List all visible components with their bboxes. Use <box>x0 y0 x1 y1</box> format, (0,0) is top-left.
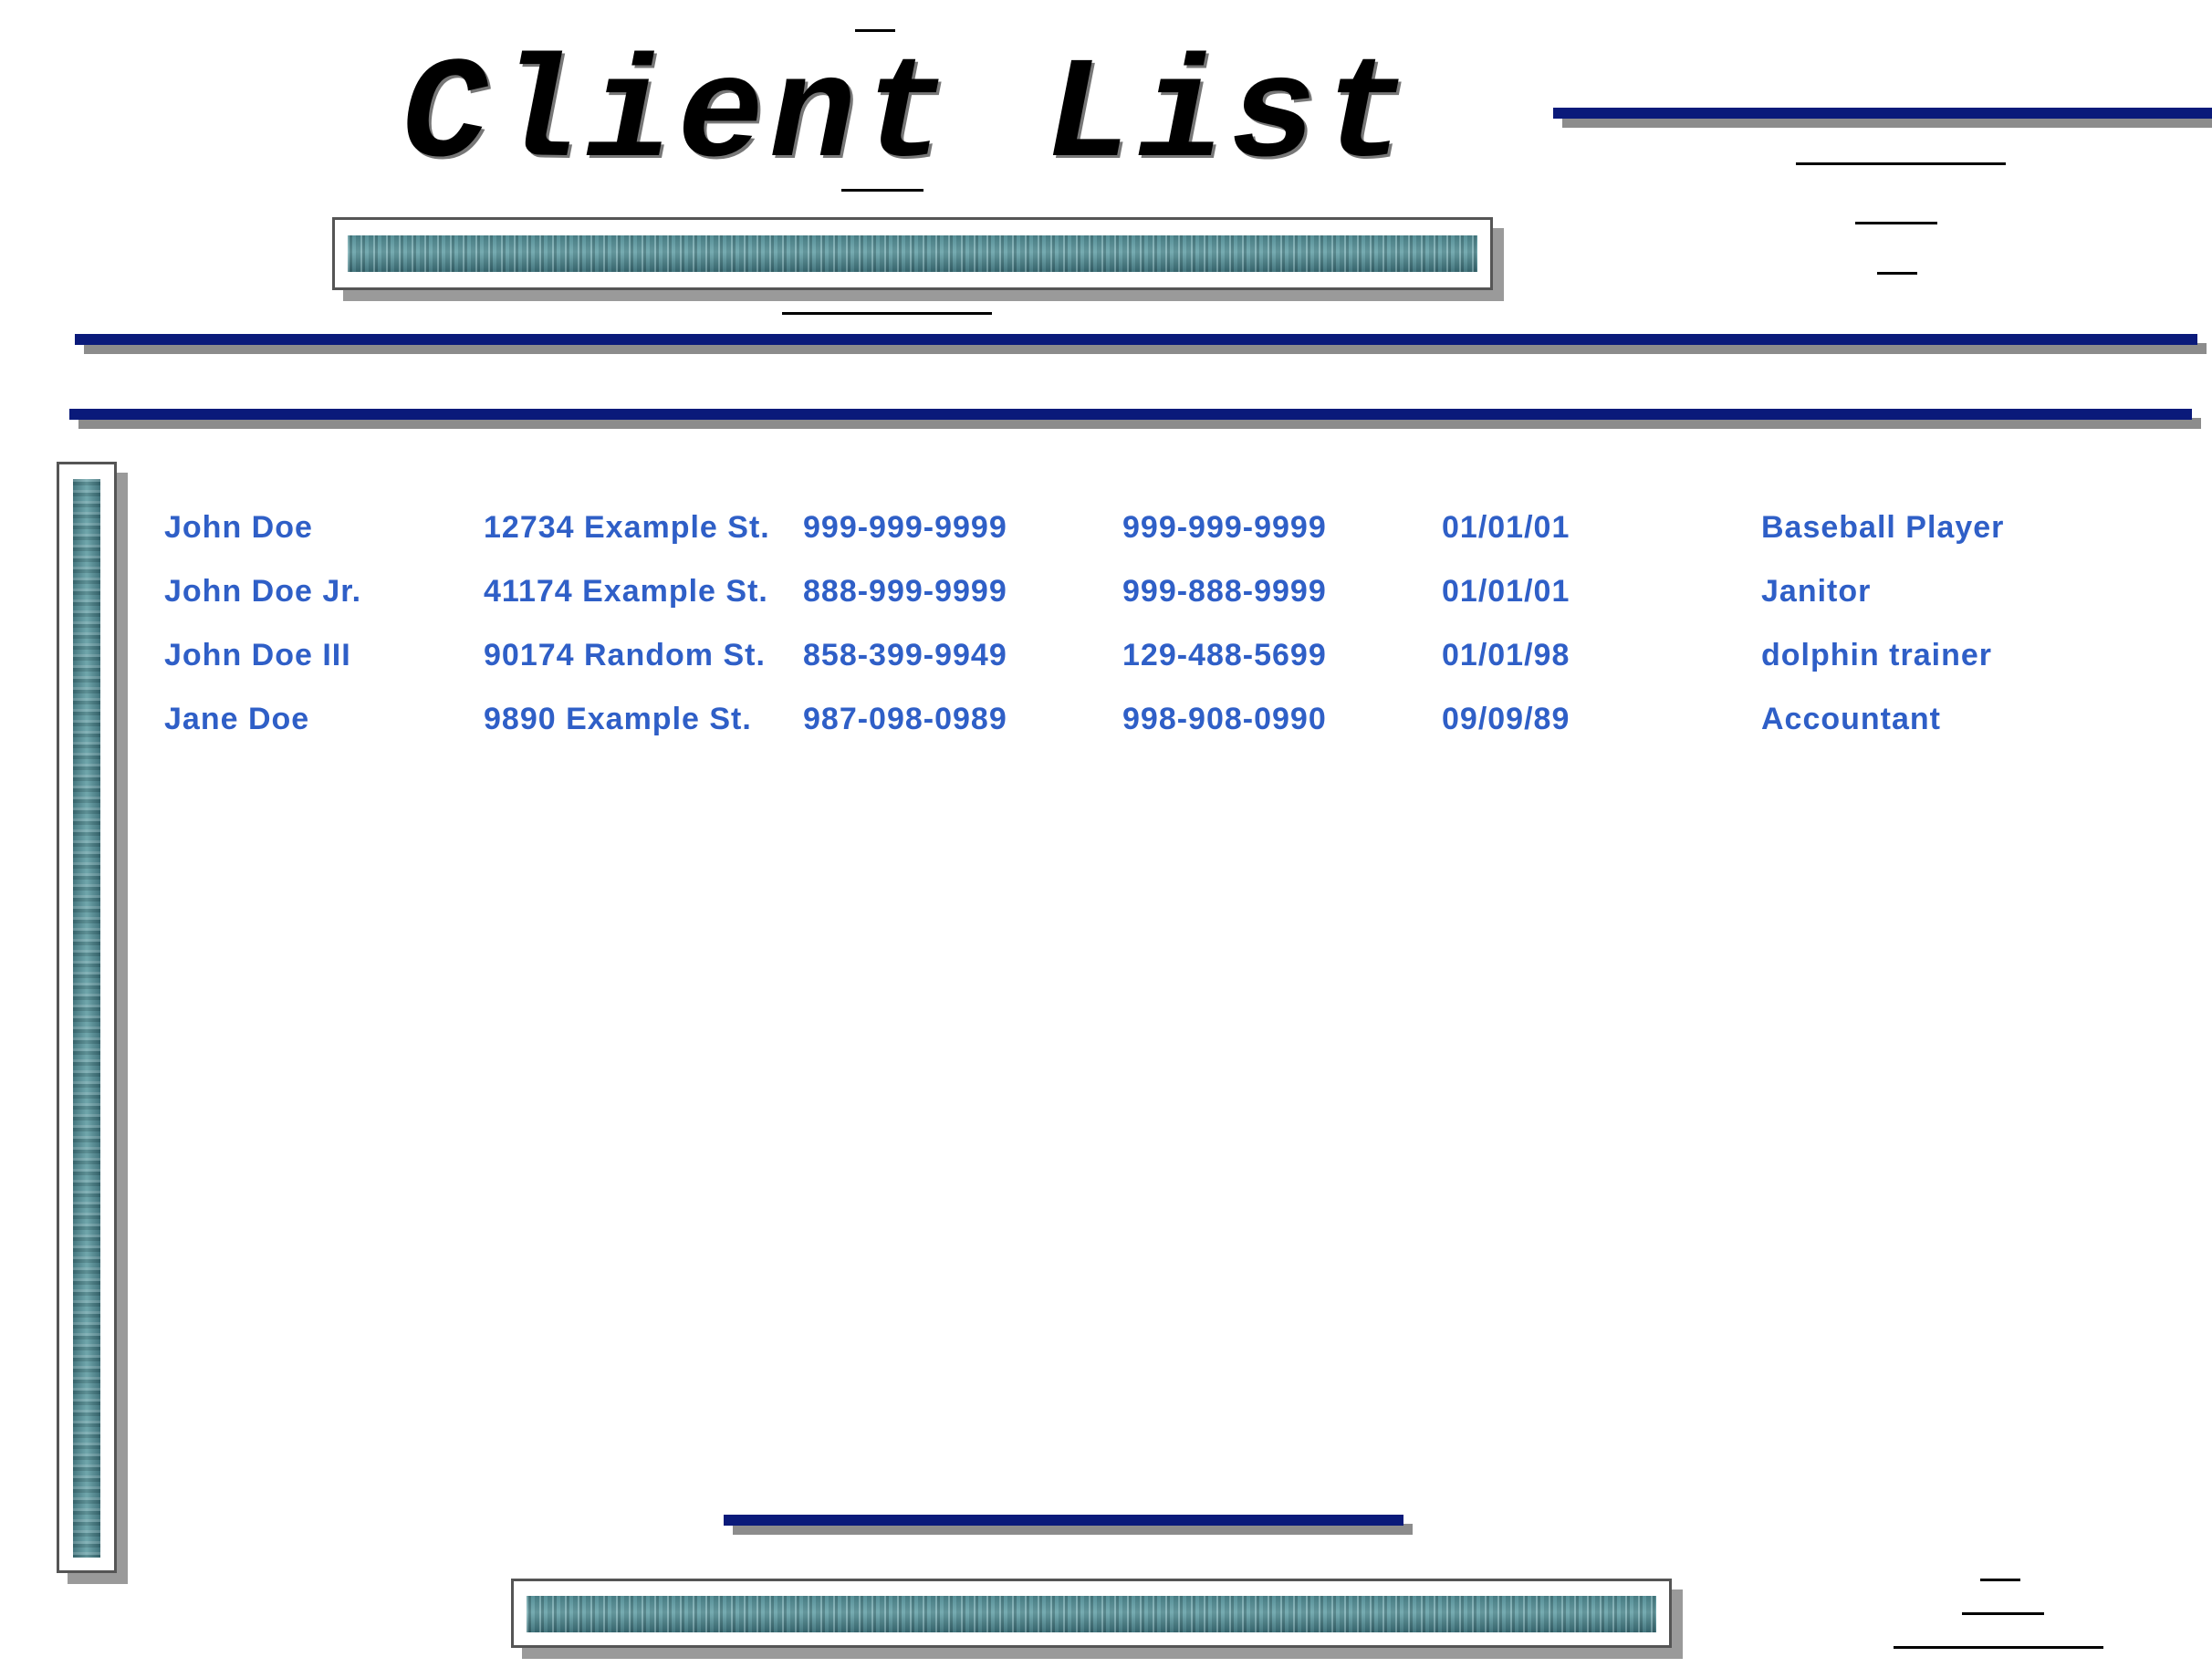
side-banner-texture <box>73 479 100 1558</box>
client-name: Jane Doe <box>164 702 310 736</box>
table-row: John Doe Jr. 41174 Example St. 888-999-9… <box>164 564 2044 628</box>
client-name: John Doe III <box>164 638 351 672</box>
client-address: 90174 Random St. <box>484 638 766 672</box>
decorative-rule <box>1877 272 1917 275</box>
client-date: 01/01/98 <box>1442 638 1570 672</box>
client-phone: 987-098-0989 <box>803 702 1007 736</box>
client-date: 01/01/01 <box>1442 510 1570 545</box>
side-banner-frame <box>57 462 117 1573</box>
top-banner-texture <box>348 235 1477 272</box>
client-occupation: Accountant <box>1761 702 1941 736</box>
decorative-rule <box>841 189 923 192</box>
decorative-rule <box>1962 1612 2044 1615</box>
client-address: 9890 Example St. <box>484 702 752 736</box>
client-phone-alt: 999-999-9999 <box>1122 510 1327 545</box>
decorative-rule <box>1855 222 1937 224</box>
client-phone: 999-999-9999 <box>803 510 1007 545</box>
client-occupation: Baseball Player <box>1761 510 2005 545</box>
client-address: 12734 Example St. <box>484 510 770 545</box>
decorative-rule <box>1980 1579 2020 1581</box>
bottom-banner-frame <box>511 1579 1672 1648</box>
page-title: Client List <box>402 36 1414 199</box>
footer-accent-bar <box>724 1515 1403 1526</box>
decorative-rule <box>855 29 895 32</box>
client-date: 09/09/89 <box>1442 702 1570 736</box>
client-occupation: Janitor <box>1761 574 1872 609</box>
client-phone: 858-399-9949 <box>803 638 1007 672</box>
client-address: 41174 Example St. <box>484 574 768 609</box>
decorative-rule <box>1796 162 2006 165</box>
decorative-rule <box>782 312 992 315</box>
bottom-banner-texture <box>527 1596 1656 1632</box>
client-phone-alt: 999-888-9999 <box>1122 574 1327 609</box>
divider-bar <box>75 334 2197 345</box>
client-phone-alt: 998-908-0990 <box>1122 702 1327 736</box>
client-name: John Doe Jr. <box>164 574 362 609</box>
top-banner-frame <box>332 217 1493 290</box>
client-phone: 888-999-9999 <box>803 574 1007 609</box>
client-occupation: dolphin trainer <box>1761 638 1992 672</box>
table-row: Jane Doe 9890 Example St. 987-098-0989 9… <box>164 692 2044 756</box>
divider-bar <box>69 409 2192 420</box>
client-table: John Doe 12734 Example St. 999-999-9999 … <box>164 500 2044 756</box>
client-name: John Doe <box>164 510 313 545</box>
table-row: John Doe 12734 Example St. 999-999-9999 … <box>164 500 2044 564</box>
client-phone-alt: 129-488-5699 <box>1122 638 1327 672</box>
table-row: John Doe III 90174 Random St. 858-399-99… <box>164 628 2044 692</box>
client-date: 01/01/01 <box>1442 574 1570 609</box>
decorative-rule <box>1894 1646 2103 1649</box>
header-accent-bar <box>1553 108 2212 119</box>
